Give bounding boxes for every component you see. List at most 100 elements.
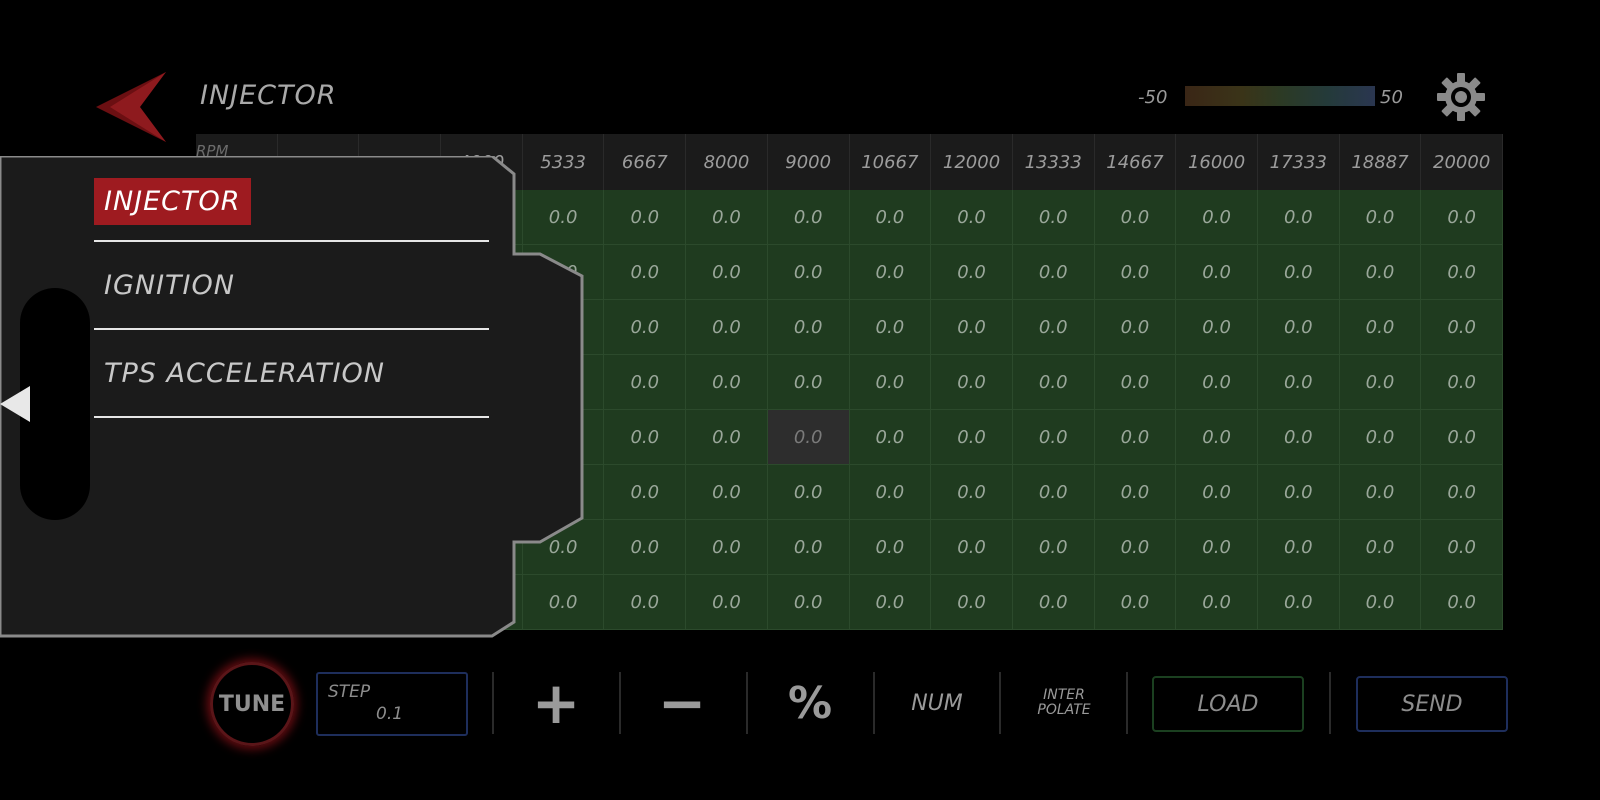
map-cell[interactable]: 0.0 — [1421, 190, 1503, 245]
map-cell[interactable]: 0.0 — [931, 465, 1013, 520]
send-button[interactable]: SEND — [1356, 676, 1508, 732]
map-cell[interactable]: 0.0 — [1339, 355, 1422, 410]
map-cell[interactable]: 0.0 — [1094, 190, 1177, 245]
map-cell[interactable]: 0.0 — [1257, 355, 1340, 410]
map-cell[interactable]: 0.0 — [767, 245, 850, 300]
map-cell[interactable]: 0.0 — [849, 190, 932, 245]
map-cell[interactable]: 0.0 — [1257, 520, 1340, 575]
map-cell[interactable]: 0.0 — [849, 575, 932, 630]
map-cell[interactable]: 0.0 — [604, 190, 687, 245]
map-cell[interactable]: 0.0 — [1421, 245, 1503, 300]
map-cell[interactable]: 0.0 — [1176, 300, 1258, 355]
map-cell[interactable]: 0.0 — [849, 520, 932, 575]
map-cell[interactable]: 0.0 — [686, 520, 768, 575]
map-cell[interactable]: 0.0 — [931, 355, 1013, 410]
map-cell[interactable]: 0.0 — [1094, 245, 1177, 300]
map-cell[interactable]: 0.0 — [604, 410, 687, 465]
map-cell[interactable]: 0.0 — [604, 245, 687, 300]
gear-icon[interactable] — [1436, 72, 1486, 122]
menu-item-ignition[interactable]: IGNITION — [94, 244, 489, 330]
map-cell[interactable]: 0.0 — [1257, 410, 1340, 465]
map-cell[interactable]: 0.0 — [604, 355, 687, 410]
map-cell[interactable]: 0.0 — [849, 465, 932, 520]
map-cell[interactable]: 0.0 — [1339, 575, 1422, 630]
map-cell[interactable]: 0.0 — [1339, 520, 1422, 575]
map-cell[interactable]: 0.0 — [686, 190, 768, 245]
map-cell[interactable]: 0.0 — [1176, 355, 1258, 410]
map-cell[interactable]: 0.0 — [849, 245, 932, 300]
map-cell[interactable]: 0.0 — [767, 355, 850, 410]
map-cell[interactable]: 0.0 — [1176, 575, 1258, 630]
map-cell[interactable]: 0.0 — [1339, 245, 1422, 300]
map-cell[interactable]: 0.0 — [1257, 575, 1340, 630]
map-cell[interactable]: 0.0 — [1176, 410, 1258, 465]
map-cell[interactable]: 0.0 — [1421, 465, 1503, 520]
map-cell[interactable]: 0.0 — [1176, 190, 1258, 245]
map-cell[interactable]: 0.0 — [931, 575, 1013, 630]
map-cell[interactable]: 0.0 — [686, 465, 768, 520]
map-cell[interactable]: 0.0 — [849, 410, 932, 465]
back-arrow-icon[interactable] — [96, 72, 168, 142]
menu-item-tps-acceleration[interactable]: TPS ACCELERATION — [94, 332, 489, 418]
map-cell[interactable]: 0.0 — [1094, 300, 1177, 355]
map-cell[interactable]: 0.0 — [931, 245, 1013, 300]
map-cell[interactable]: 0.0 — [1421, 300, 1503, 355]
map-cell[interactable]: 0.0 — [931, 190, 1013, 245]
load-button[interactable]: LOAD — [1152, 676, 1304, 732]
map-cell[interactable]: 0.0 — [931, 520, 1013, 575]
menu-item-injector[interactable]: INJECTOR — [94, 156, 489, 242]
collapse-arrow-icon[interactable] — [0, 386, 30, 422]
map-cell[interactable]: 0.0 — [604, 465, 687, 520]
map-cell[interactable]: 0.0 — [1012, 575, 1095, 630]
map-cell[interactable]: 0.0 — [1094, 575, 1177, 630]
map-cell[interactable]: 0.0 — [1094, 520, 1177, 575]
step-size-field[interactable]: STEP 0.1 — [316, 672, 468, 736]
map-cell[interactable]: 0.0 — [931, 410, 1013, 465]
map-cell[interactable]: 0.0 — [1176, 245, 1258, 300]
map-cell[interactable]: 0.0 — [686, 245, 768, 300]
map-cell[interactable]: 0.0 — [849, 355, 932, 410]
map-cell[interactable]: 0.0 — [1012, 245, 1095, 300]
map-cell[interactable]: 0.0 — [604, 300, 687, 355]
map-cell[interactable]: 0.0 — [1012, 300, 1095, 355]
map-cell[interactable]: 0.0 — [686, 575, 768, 630]
map-cell[interactable]: 0.0 — [767, 465, 850, 520]
map-cell[interactable]: 0.0 — [1339, 190, 1422, 245]
map-cell[interactable]: 0.0 — [604, 575, 687, 630]
map-cell[interactable]: 0.0 — [1176, 520, 1258, 575]
num-button[interactable]: NUM — [892, 672, 982, 734]
map-cell[interactable]: 0.0 — [1012, 465, 1095, 520]
map-cell[interactable]: 0.0 — [767, 575, 850, 630]
map-cell[interactable]: 0.0 — [1094, 465, 1177, 520]
map-cell[interactable]: 0.0 — [1257, 245, 1340, 300]
increase-button[interactable]: + — [520, 669, 592, 737]
map-cell[interactable]: 0.0 — [1012, 190, 1095, 245]
map-cell[interactable]: 0.0 — [1421, 520, 1503, 575]
map-cell[interactable]: 0.0 — [767, 410, 850, 465]
map-cell[interactable]: 0.0 — [1339, 410, 1422, 465]
map-cell[interactable]: 0.0 — [1176, 465, 1258, 520]
map-cell[interactable]: 0.0 — [1257, 465, 1340, 520]
map-cell[interactable]: 0.0 — [686, 410, 768, 465]
decrease-button[interactable]: − — [646, 669, 718, 737]
map-cell[interactable]: 0.0 — [931, 300, 1013, 355]
map-cell[interactable]: 0.0 — [1421, 410, 1503, 465]
map-cell[interactable]: 0.0 — [1094, 410, 1177, 465]
map-cell[interactable]: 0.0 — [1339, 300, 1422, 355]
tune-button[interactable]: TUNE — [210, 662, 294, 746]
map-cell[interactable]: 0.0 — [1012, 520, 1095, 575]
map-cell[interactable]: 0.0 — [767, 190, 850, 245]
map-cell[interactable]: 0.0 — [1094, 355, 1177, 410]
map-cell[interactable]: 0.0 — [1257, 190, 1340, 245]
interpolate-button[interactable]: INTER POLATE — [1020, 672, 1108, 734]
map-cell[interactable]: 0.0 — [1012, 410, 1095, 465]
map-cell[interactable]: 0.0 — [1012, 355, 1095, 410]
map-cell[interactable]: 0.0 — [1339, 465, 1422, 520]
map-cell[interactable]: 0.0 — [767, 520, 850, 575]
map-cell[interactable]: 0.0 — [686, 300, 768, 355]
map-cell[interactable]: 0.0 — [604, 520, 687, 575]
map-cell[interactable]: 0.0 — [849, 300, 932, 355]
drawer-handle[interactable] — [20, 288, 90, 520]
map-cell[interactable]: 0.0 — [1421, 355, 1503, 410]
percent-button[interactable]: % — [772, 672, 848, 734]
